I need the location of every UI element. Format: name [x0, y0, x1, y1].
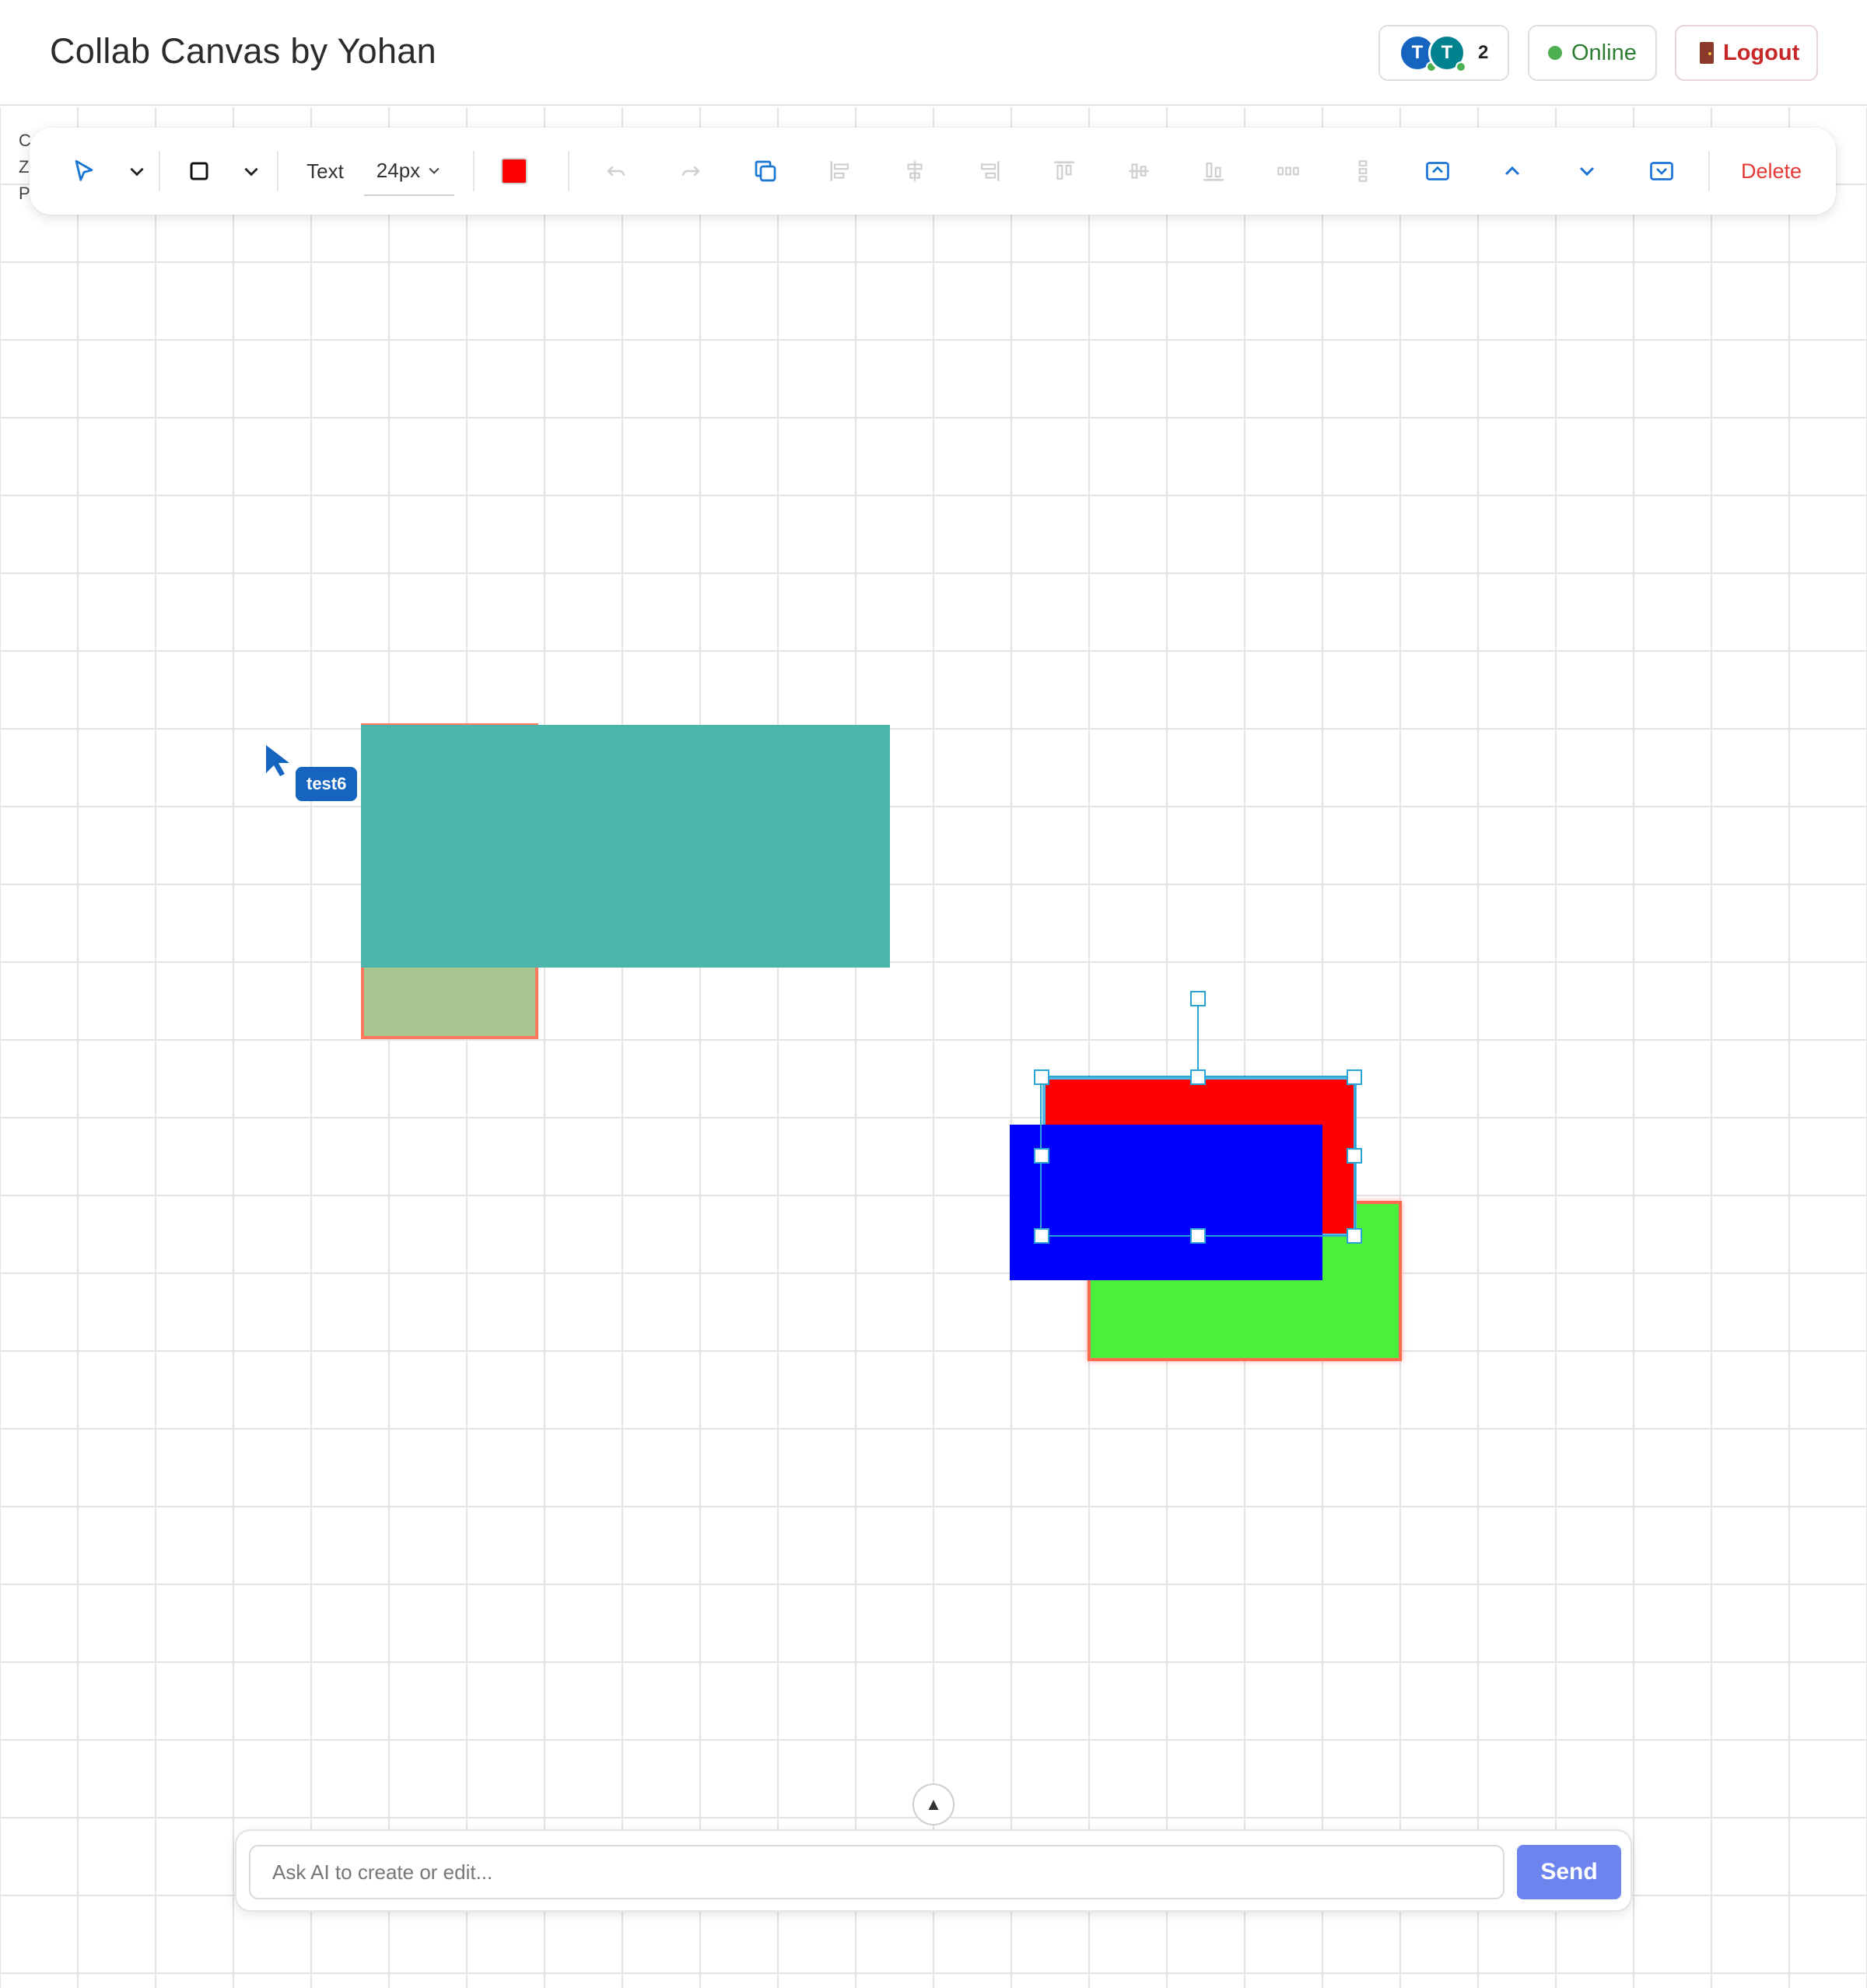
resize-handle	[1034, 1148, 1049, 1164]
drawing-canvas[interactable]: C Z P	[0, 107, 1867, 1988]
collapse-ai-panel-button[interactable]: ▲	[912, 1783, 955, 1825]
connection-status: Online	[1528, 25, 1657, 81]
logout-label: Logout	[1723, 40, 1800, 65]
remote-cursor-label: test6	[296, 767, 358, 801]
rectangle-tool-button[interactable]	[176, 128, 222, 215]
toolbar-divider	[473, 151, 475, 191]
cursor-arrow-icon	[75, 159, 93, 181]
status-label: Online	[1571, 40, 1637, 65]
toolbar-divider	[568, 151, 569, 191]
text-tool-button[interactable]: Text	[291, 128, 359, 215]
duplicate-icon	[755, 160, 776, 182]
ai-prompt-input[interactable]	[249, 1845, 1504, 1899]
resize-handle	[1190, 1228, 1206, 1244]
align-right-icon	[980, 161, 1000, 181]
align-bottom-icon	[1203, 162, 1224, 181]
distribute-horizontal-icon	[1277, 166, 1299, 176]
resize-handle	[1347, 1148, 1362, 1164]
remote-cursor-icon	[266, 745, 289, 776]
distribute-vertical-icon	[1358, 160, 1368, 182]
avatar-initial: T	[1441, 42, 1453, 63]
send-backward-icon	[1579, 166, 1595, 177]
toolbar-divider	[1708, 151, 1710, 191]
undo-icon	[607, 166, 625, 177]
distribute-horizontal-button[interactable]	[1265, 128, 1312, 215]
select-tool-dropdown[interactable]	[117, 128, 157, 215]
send-button[interactable]: Send	[1517, 1845, 1621, 1899]
shape-tool-dropdown[interactable]	[232, 128, 271, 215]
delete-button[interactable]: Delete	[1724, 128, 1819, 215]
bring-forward-icon	[1504, 166, 1520, 176]
online-user-count: 2	[1478, 42, 1489, 63]
door-icon	[1700, 42, 1714, 64]
rectangle-icon	[190, 162, 208, 180]
align-middle-vertical-button[interactable]	[1116, 128, 1162, 215]
align-left-button[interactable]	[817, 128, 863, 215]
distribute-vertical-button[interactable]	[1340, 128, 1386, 215]
align-center-horizontal-button[interactable]	[891, 128, 938, 215]
font-size-value: 24px	[376, 158, 421, 182]
bring-to-front-button[interactable]	[1414, 128, 1461, 215]
user-avatar[interactable]: T	[1428, 34, 1466, 72]
font-size-select[interactable]: 24px	[361, 128, 457, 215]
online-users-indicator[interactable]: T T 2	[1378, 25, 1509, 81]
toolbar-divider	[159, 151, 160, 191]
resize-handle	[1347, 1069, 1362, 1085]
redo-icon	[681, 166, 700, 177]
send-backward-button[interactable]	[1564, 128, 1610, 215]
chevron-down-icon	[244, 167, 258, 177]
resize-handle	[1034, 1069, 1049, 1085]
align-left-icon	[830, 161, 849, 181]
status-dot-icon	[1548, 46, 1562, 60]
rotate-handle	[1190, 991, 1206, 1006]
bring-forward-button[interactable]	[1489, 128, 1536, 215]
fill-color-picker[interactable]	[487, 128, 541, 215]
align-right-button[interactable]	[966, 128, 1013, 215]
avatar-initial: T	[1411, 42, 1424, 63]
send-to-back-button[interactable]	[1638, 128, 1685, 215]
text-tool-label: Text	[306, 159, 344, 183]
align-top-icon	[1054, 161, 1074, 180]
undo-button[interactable]	[593, 128, 639, 215]
send-to-back-icon	[1650, 162, 1673, 180]
logout-button[interactable]: Logout	[1675, 25, 1818, 81]
align-bottom-button[interactable]	[1190, 128, 1237, 215]
ai-command-bar: Send	[235, 1829, 1632, 1912]
align-middle-vertical-icon	[1129, 163, 1149, 179]
resize-handle	[1347, 1228, 1362, 1244]
delete-label: Delete	[1740, 159, 1802, 183]
color-swatch	[501, 158, 527, 184]
resize-handle	[1190, 1069, 1206, 1085]
select-tool-button[interactable]	[61, 128, 107, 215]
canvas-toolbar: Text 24px Delete	[30, 128, 1836, 215]
align-center-horizontal-icon	[907, 161, 923, 181]
online-dot	[1455, 61, 1466, 72]
bring-to-front-icon	[1426, 162, 1449, 180]
triangle-up-icon: ▲	[925, 1794, 942, 1814]
resize-handle	[1034, 1228, 1049, 1244]
chevron-down-icon	[130, 167, 144, 177]
teal-rectangle[interactable]	[361, 725, 890, 968]
app-header: Collab Canvas by Yohan T T 2 Online Logo…	[0, 0, 1867, 106]
chevron-down-icon	[429, 167, 440, 174]
app-title: Collab Canvas by Yohan	[50, 31, 436, 71]
align-top-button[interactable]	[1041, 128, 1088, 215]
selection-transformer[interactable]	[1027, 983, 1369, 1244]
redo-button[interactable]	[667, 128, 714, 215]
toolbar-divider	[277, 151, 278, 191]
duplicate-button[interactable]	[742, 128, 789, 215]
